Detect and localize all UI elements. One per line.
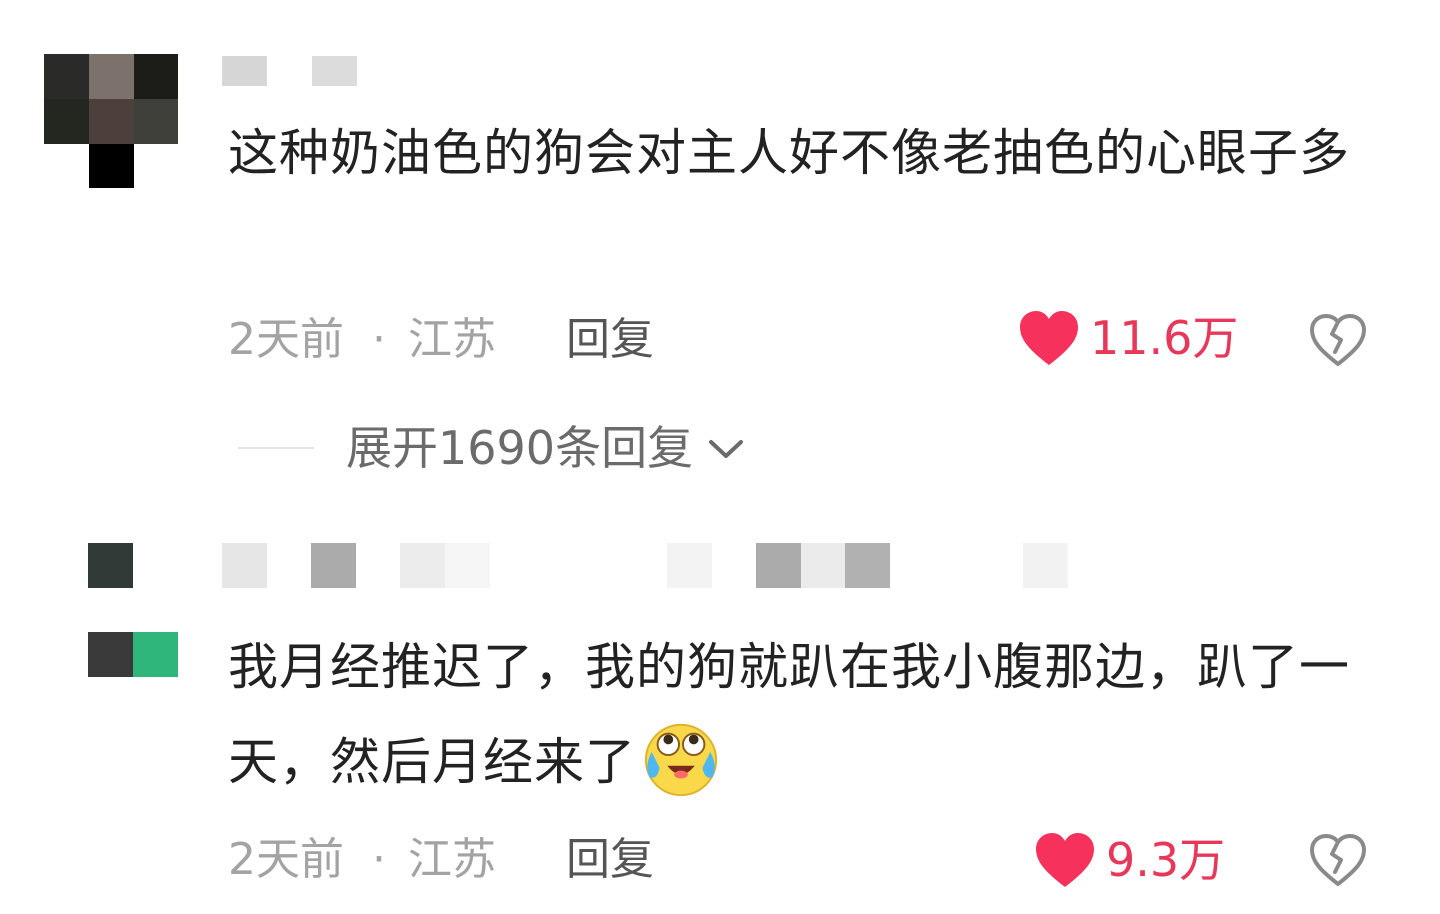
- avatar[interactable]: [44, 54, 178, 188]
- comment-text: 我月经推迟了，我的狗就趴在我小腹那边，趴了一天，然后月经来了: [228, 620, 1358, 810]
- reply-button[interactable]: 回复: [566, 830, 654, 890]
- comment-text-body: 我月经推迟了，我的狗就趴在我小腹那边，趴了一天，然后月经来了: [228, 638, 1350, 791]
- reply-button[interactable]: 回复: [566, 310, 654, 370]
- comment-time: 2天前: [228, 834, 344, 885]
- broken-heart-icon[interactable]: [1308, 312, 1368, 368]
- username-redacted[interactable]: [222, 56, 362, 86]
- expand-replies[interactable]: 展开1690条回复: [238, 418, 749, 478]
- divider-line: [238, 447, 314, 449]
- avatar[interactable]: [88, 632, 178, 677]
- chevron-down-icon: [709, 440, 744, 458]
- comment-time: 2天前: [228, 314, 344, 365]
- heart-icon: [1020, 311, 1078, 365]
- like-count: 9.3万: [1106, 833, 1226, 887]
- like-button[interactable]: 11.6万: [1018, 308, 1238, 368]
- expand-replies-label: 展开1690条回复: [346, 421, 694, 475]
- username-redacted[interactable]: [88, 543, 1068, 588]
- comment-location: 江苏: [408, 834, 496, 885]
- comment-location: 江苏: [408, 314, 496, 365]
- comment-text: 这种奶油色的狗会对主人好不像老抽色的心眼子多: [228, 124, 1350, 182]
- crying-laughing-emoji: [644, 723, 718, 796]
- broken-heart-icon[interactable]: [1308, 832, 1368, 888]
- meta-separator: ·: [372, 834, 386, 885]
- like-button[interactable]: 9.3万: [1034, 830, 1225, 890]
- meta-separator: ·: [372, 314, 386, 365]
- like-count: 11.6万: [1090, 311, 1239, 365]
- heart-icon: [1036, 833, 1094, 887]
